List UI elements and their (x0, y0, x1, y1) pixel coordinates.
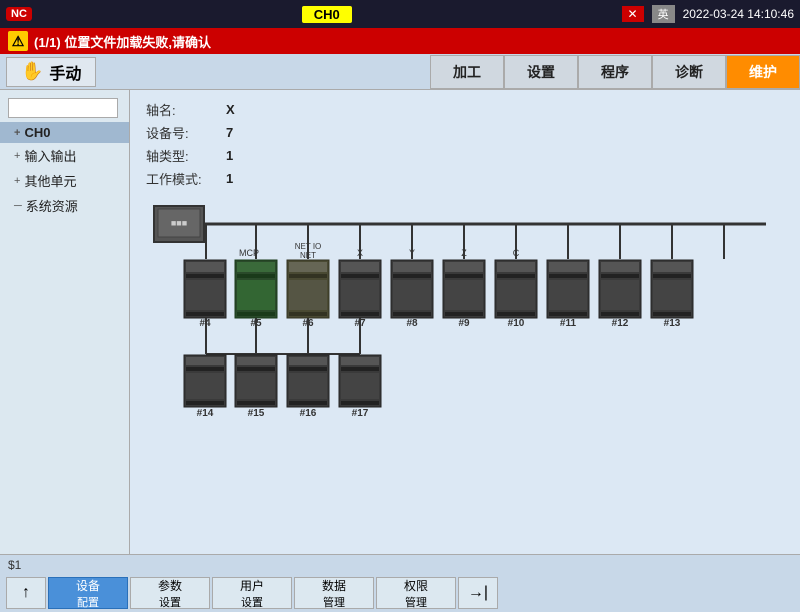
hand-icon: ✋ (21, 61, 43, 82)
svg-text:#13: #13 (664, 318, 681, 329)
info-table: 轴名: X 设备号: 7 轴类型: 1 工作模式: 1 (146, 100, 784, 188)
info-row-axis: 轴名: X (146, 100, 784, 119)
sidebar-item-other[interactable]: + 其他单元 (0, 168, 129, 193)
tab-machining[interactable]: 加工 (430, 55, 504, 89)
svg-text:#11: #11 (560, 318, 577, 329)
datetime-label: 2022-03-24 14:10:46 (683, 7, 794, 21)
tab-maintenance[interactable]: 维护 (726, 55, 800, 89)
toolbar: ↑ 设备 配置 参数 设置 用户 设置 数据 管理 权限 管理 →| (0, 574, 800, 612)
arrow-up-button[interactable]: ↑ (6, 577, 46, 609)
param-label-line2: 设置 (159, 594, 181, 610)
titlebar: NC CH0 ✕ 英 2022-03-24 14:10:46 (0, 0, 800, 28)
svg-text:#10: #10 (508, 318, 525, 329)
svg-text:#17: #17 (352, 408, 369, 419)
tab-settings[interactable]: 设置 (504, 55, 578, 89)
perm-label-line1: 权限 (404, 577, 428, 594)
user-settings-button[interactable]: 用户 设置 (212, 577, 292, 609)
tab-program[interactable]: 程序 (578, 55, 652, 89)
status-bar: $1 (0, 554, 800, 574)
data-label-line2: 管理 (323, 594, 345, 610)
svg-text:Y: Y (409, 248, 415, 258)
svg-text:#12: #12 (612, 318, 629, 329)
info-row-axistype: 轴类型: 1 (146, 146, 784, 165)
close-button[interactable]: ✕ (622, 6, 644, 22)
device-config-label-line1: 设备 (76, 577, 100, 594)
bus-svg: ■■■ MCP NET IO (146, 204, 766, 424)
warning-bar: ⚠ (1/1) 位置文件加载失败,请确认 (0, 28, 800, 54)
value-axis: X (226, 102, 235, 117)
arrow-right-button[interactable]: →| (458, 577, 498, 609)
tab-diagnosis[interactable]: 诊断 (652, 55, 726, 89)
language-badge[interactable]: 英 (652, 5, 675, 23)
svg-text:■■■: ■■■ (171, 218, 187, 228)
sidebar-system-label: 系统资源 (26, 196, 78, 215)
sidebar-item-system[interactable]: ─ 系统资源 (0, 193, 129, 218)
data-label-line1: 数据 (322, 577, 346, 594)
user-label-line1: 用户 (240, 577, 264, 594)
warning-left: ⚠ (1/1) 位置文件加载失败,请确认 (8, 31, 211, 51)
warning-text: (1/1) 位置文件加载失败,请确认 (34, 32, 211, 51)
svg-text:#9: #9 (458, 318, 470, 329)
value-axistype: 1 (226, 148, 233, 163)
expand-icon-io: + (14, 150, 20, 162)
label-device: 设备号: (146, 123, 226, 142)
main-area: + CH0 + 输入输出 + 其他单元 ─ 系统资源 轴名: X 设备号: 7 (0, 90, 800, 554)
svg-text:NET: NET (300, 251, 316, 260)
device-config-label-line2: 配置 (77, 594, 99, 610)
search-input[interactable] (8, 98, 118, 118)
bus-diagram: ■■■ MCP NET IO (146, 204, 784, 427)
expand-icon-ch0: + (14, 127, 20, 139)
manual-mode-label: ✋ 手动 (6, 57, 96, 87)
svg-text:X: X (357, 248, 363, 258)
label-axistype: 轴类型: (146, 146, 226, 165)
value-device: 7 (226, 125, 233, 140)
cnc-logo: NC (6, 7, 32, 21)
warning-icon: ⚠ (8, 31, 28, 51)
label-workmode: 工作模式: (146, 169, 226, 188)
perm-label-line2: 管理 (405, 594, 427, 610)
expand-icon-system: ─ (14, 200, 22, 212)
expand-icon-other: + (14, 175, 20, 187)
titlebar-left: NC (6, 7, 32, 21)
mode-bar: ✋ 手动 加工 设置 程序 诊断 维护 (0, 54, 800, 90)
info-row-workmode: 工作模式: 1 (146, 169, 784, 188)
device-config-button[interactable]: 设备 配置 (48, 577, 128, 609)
label-axis: 轴名: (146, 100, 226, 119)
svg-text:C: C (513, 248, 520, 258)
user-label-line2: 设置 (241, 594, 263, 610)
mode-text: 手动 (49, 60, 81, 84)
svg-text:NET IO: NET IO (295, 242, 322, 251)
svg-text:#16: #16 (300, 408, 317, 419)
content-area: 轴名: X 设备号: 7 轴类型: 1 工作模式: 1 ■■■ (130, 90, 800, 554)
status-text: $1 (8, 558, 21, 572)
svg-text:Z: Z (461, 248, 467, 258)
permission-manage-button[interactable]: 权限 管理 (376, 577, 456, 609)
svg-text:#8: #8 (406, 318, 418, 329)
info-row-device: 设备号: 7 (146, 123, 784, 142)
param-label-line1: 参数 (158, 577, 182, 594)
nav-tabs: 加工 设置 程序 诊断 维护 (430, 55, 800, 89)
sidebar-io-label: 输入输出 (24, 146, 76, 165)
titlebar-right: ✕ 英 2022-03-24 14:10:46 (622, 5, 795, 23)
sidebar-item-io[interactable]: + 输入输出 (0, 143, 129, 168)
data-manage-button[interactable]: 数据 管理 (294, 577, 374, 609)
sidebar-ch0-label: CH0 (24, 125, 50, 140)
ch0-badge: CH0 (302, 6, 352, 23)
value-workmode: 1 (226, 171, 233, 186)
sidebar-item-ch0[interactable]: + CH0 (0, 122, 129, 143)
param-settings-button[interactable]: 参数 设置 (130, 577, 210, 609)
svg-text:MCP: MCP (239, 248, 259, 258)
sidebar: + CH0 + 输入输出 + 其他单元 ─ 系统资源 (0, 90, 130, 554)
svg-text:#14: #14 (197, 408, 214, 419)
svg-text:#15: #15 (248, 408, 265, 419)
sidebar-other-label: 其他单元 (24, 171, 76, 190)
